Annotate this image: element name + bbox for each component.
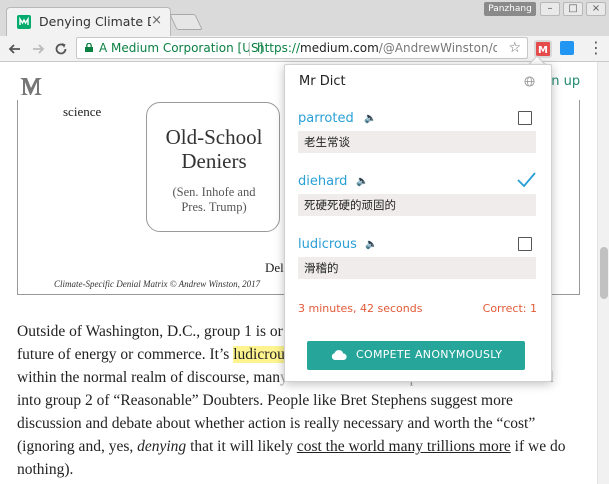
correct-count: Correct: 1: [482, 302, 537, 315]
globe-icon[interactable]: [524, 76, 535, 87]
dict-entry: parroted 🔈 老生常谈: [298, 111, 536, 166]
popup-title: Mr Dict: [299, 74, 346, 89]
article-line: nothing).: [17, 461, 74, 478]
entry-meaning: 老生常谈: [298, 131, 536, 153]
entry-checkbox[interactable]: [518, 111, 532, 125]
star-icon[interactable]: ☆: [508, 40, 521, 56]
speaker-icon[interactable]: 🔈: [365, 239, 377, 250]
scrollbar-thumb[interactable]: [600, 247, 608, 299]
compete-anonymously-button[interactable]: COMPETE ANONYMOUSLY: [307, 341, 525, 370]
dict-entry: ludicrous 🔈 滑稽的: [298, 237, 536, 292]
url-host: medium.com: [300, 41, 379, 55]
text-segment: Outside of Washington, D.C., group 1 is …: [17, 323, 283, 340]
url-scheme: https://: [257, 41, 301, 55]
menu-icon[interactable]: ⋮: [588, 39, 604, 57]
browser-toolbar: A Medium Corporation [US] https://medium…: [0, 36, 609, 62]
close-window-button[interactable]: ×: [586, 2, 606, 16]
speaker-icon[interactable]: 🔈: [364, 113, 376, 124]
minimize-button[interactable]: –: [540, 2, 560, 16]
mr-dict-popup: Mr Dict parroted 🔈 老生常谈 diehard 🔈 死硬死硬的顽…: [284, 64, 552, 382]
checkmark-icon[interactable]: [516, 170, 536, 190]
highlighted-word[interactable]: ludicrou: [233, 346, 285, 363]
medium-logo-icon[interactable]: [18, 75, 44, 97]
forward-arrow-icon[interactable]: [29, 40, 47, 58]
entry-word[interactable]: diehard: [298, 174, 347, 189]
entry-meaning: 滑稽的: [298, 257, 536, 279]
entry-meaning: 死硬死硬的顽固的: [298, 194, 536, 216]
figure-del-label: Del: [265, 260, 284, 275]
article-line: (ignoring and, yes, denying that it will…: [17, 435, 577, 458]
new-tab-button[interactable]: [169, 14, 203, 30]
browser-tab[interactable]: Denying Climate De ×: [6, 7, 171, 36]
article-line: discussion and debate about whether acti…: [17, 415, 536, 432]
text-segment: that it will likely: [190, 438, 293, 455]
text-segment: future of energy or commerce. It’s: [17, 346, 230, 363]
omnibox-divider: [249, 42, 250, 56]
text-segment: within the normal realm of discourse, ma…: [17, 369, 281, 386]
back-arrow-icon[interactable]: [6, 40, 24, 58]
medium-favicon-icon: [17, 15, 31, 29]
tab-close-icon[interactable]: ×: [151, 13, 162, 28]
maximize-button[interactable]: □: [563, 2, 583, 16]
extension-icon[interactable]: [560, 41, 574, 55]
box-title: Old-School Deniers: [165, 125, 263, 173]
profile-button[interactable]: Panzhang: [484, 2, 536, 16]
address-bar[interactable]: A Medium Corporation [US] https://medium…: [76, 37, 528, 59]
figure-science-label: science: [63, 104, 102, 119]
secure-label: A Medium Corporation [US]: [99, 41, 264, 55]
entry-word[interactable]: parroted: [298, 111, 354, 126]
entry-checkbox[interactable]: [518, 237, 532, 251]
quiz-timer: 3 minutes, 42 seconds: [298, 302, 423, 315]
article-link[interactable]: cost the world many trillions more: [297, 438, 511, 455]
emphasis-text: denying: [137, 438, 187, 455]
dict-entry: diehard 🔈 死硬死硬的顽固的: [298, 172, 536, 229]
box-subtitle: (Sen. Inhofe and Pres. Trump): [172, 185, 256, 214]
url-path: /@AndrewWinston/denying-: [378, 41, 497, 55]
reload-icon[interactable]: [52, 40, 70, 58]
tab-title: Denying Climate De: [39, 14, 151, 29]
text-segment: if we do: [514, 438, 566, 455]
url-text: https://medium.com/@AndrewWinston/denyin…: [257, 41, 497, 55]
entry-word[interactable]: ludicrous: [298, 237, 357, 252]
text-segment: (ignoring and, yes,: [17, 438, 134, 455]
speaker-icon[interactable]: 🔈: [356, 176, 368, 187]
page-scrollbar[interactable]: [597, 62, 609, 484]
figure-caption: Climate-Specific Denial Matrix © Andrew …: [54, 279, 261, 289]
tab-strip: Denying Climate De × Panzhang – □ ×: [0, 0, 609, 36]
article-line: into group 2 of “Reasonable” Doubters. P…: [17, 392, 513, 409]
compete-label: COMPETE ANONYMOUSLY: [356, 348, 503, 361]
lock-icon: [85, 43, 93, 52]
cloud-icon: [331, 350, 347, 360]
old-school-deniers-box: Old-School Deniers (Sen. Inhofe and Pres…: [146, 102, 280, 232]
